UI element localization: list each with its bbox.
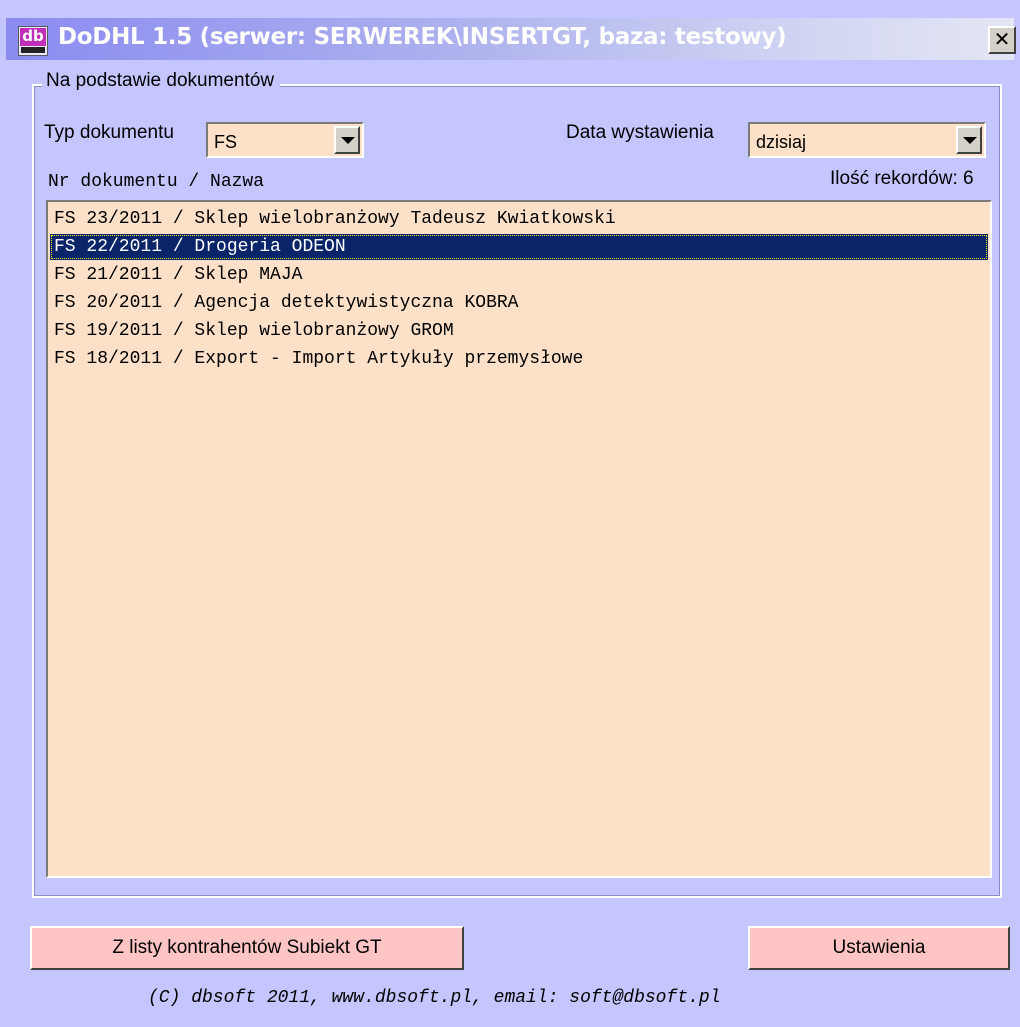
settings-button[interactable]: Ustawienia: [748, 926, 1010, 970]
chevron-down-icon[interactable]: [956, 126, 982, 154]
app-logo-text: db: [20, 28, 46, 46]
list-item[interactable]: FS 20/2011 / Agencja detektywistyczna KO…: [50, 290, 988, 316]
list-item[interactable]: FS 21/2011 / Sklep MAJA: [50, 262, 988, 288]
list-item[interactable]: FS 18/2011 / Export - Import Artykuły pr…: [50, 346, 988, 372]
list-column-header: Nr dokumentu / Nazwa: [48, 172, 265, 192]
documents-listbox[interactable]: FS 23/2011 / Sklep wielobranżowy Tadeusz…: [46, 200, 992, 878]
issue-date-value: dzisiaj: [756, 132, 807, 152]
chevron-down-icon[interactable]: [334, 126, 360, 154]
app-logo-icon: db: [18, 26, 48, 56]
from-contractors-list-button[interactable]: Z listy kontrahentów Subiekt GT: [30, 926, 464, 970]
document-type-value: FS: [214, 132, 238, 152]
close-button[interactable]: ✕: [988, 26, 1016, 54]
app-window: db DoDHL 1.5 (serwer: SERWEREK\INSERTGT,…: [0, 0, 1020, 1027]
issue-date-dropdown[interactable]: dzisiaj: [748, 122, 986, 158]
document-type-label: Typ dokumentu: [44, 122, 174, 143]
list-item[interactable]: FS 19/2011 / Sklep wielobranżowy GROM: [50, 318, 988, 344]
copyright-footer: (C) dbsoft 2011, www.dbsoft.pl, email: s…: [148, 988, 721, 1008]
window-title: DoDHL 1.5 (serwer: SERWEREK\INSERTGT, ba…: [58, 24, 787, 50]
document-type-dropdown[interactable]: FS: [206, 122, 364, 158]
issue-date-label: Data wystawienia: [566, 122, 714, 143]
groupbox-legend: Na podstawie dokumentów: [42, 70, 281, 92]
title-bar[interactable]: db DoDHL 1.5 (serwer: SERWEREK\INSERTGT,…: [6, 18, 1016, 60]
record-count: Ilość rekordów: 6: [830, 168, 974, 189]
list-item-selected[interactable]: FS 22/2011 / Drogeria ODEON: [50, 234, 988, 260]
list-item[interactable]: FS 23/2011 / Sklep wielobranżowy Tadeusz…: [50, 206, 988, 232]
